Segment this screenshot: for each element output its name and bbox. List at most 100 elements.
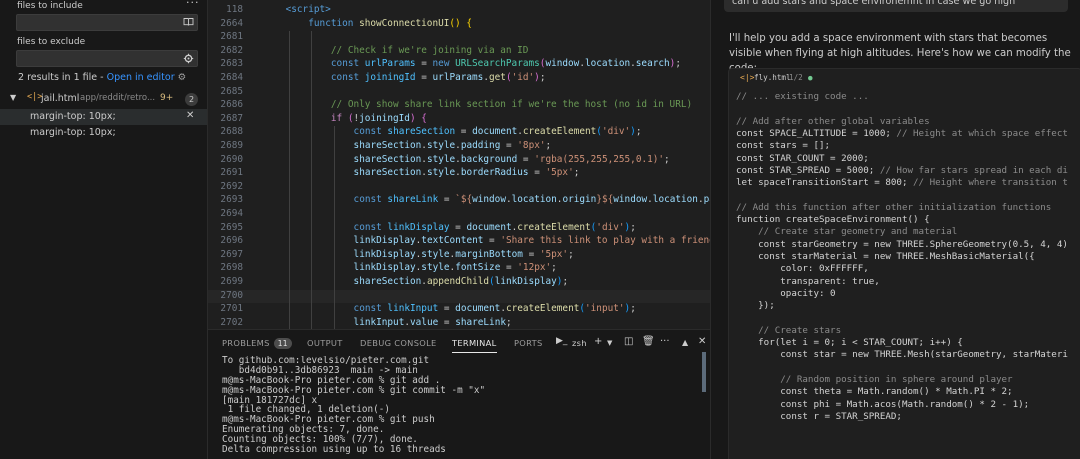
code-line[interactable]: 2700 <box>208 289 710 304</box>
chevron-up-icon[interactable]: ▲ <box>682 338 688 347</box>
book-icon[interactable] <box>183 17 194 28</box>
code-line[interactable]: 2683 const urlParams = new URLSearchParam… <box>208 58 710 72</box>
html-file-icon: <|> <box>740 73 755 82</box>
user-message[interactable]: can u add stars and space environemnt in… <box>724 0 1068 12</box>
code-editor[interactable]: 118 <script> 2664 function showConnectionUI… <box>208 0 710 329</box>
code-line[interactable]: 2693 const shareLink = `${window.location… <box>208 194 710 208</box>
more-actions-icon[interactable]: ··· <box>660 336 670 347</box>
exclude-settings-icon[interactable] <box>183 53 194 64</box>
code-line[interactable]: 2694 <box>208 208 710 222</box>
code-text: const joiningId = urlParams.get('id'); <box>330 72 546 83</box>
open-in-editor-link[interactable]: Open in editor <box>107 72 175 83</box>
tab-problems[interactable]: PROBLEMS 11 <box>222 338 292 349</box>
code-line[interactable]: 2701 const linkInput = document.createEle… <box>208 303 710 317</box>
line-number: 2690 <box>220 153 243 165</box>
tab-debug-console[interactable]: DEBUG CONSOLE <box>360 338 437 348</box>
code-line[interactable]: 2692 <box>208 181 710 195</box>
terminal-scrollbar[interactable] <box>702 352 706 392</box>
close-panel-icon[interactable]: ✕ <box>698 336 706 347</box>
status-dot: ● <box>808 73 813 82</box>
line-number: 2685 <box>220 85 243 97</box>
code-line[interactable]: 118 <script> <box>208 4 710 18</box>
suggestion-code-line: transparent: true, <box>736 275 880 287</box>
code-block-filename[interactable]: fly.html <box>754 73 791 82</box>
suggestion-code-line: const theta = Math.random() * Math.PI * … <box>736 386 1013 398</box>
code-line[interactable]: 2687 if (!joiningId) { <box>208 113 710 127</box>
code-text: const urlParams = new URLSearchParams(wi… <box>330 58 681 70</box>
suggestion-code-line: // Add this function after other initial… <box>736 201 1052 213</box>
code-line[interactable]: 2697 linkDisplay.style.marginBottom = '5p… <box>208 249 710 263</box>
code-line[interactable]: 2698 linkDisplay.style.fontSize = '12px'; <box>208 262 710 276</box>
line-number: 2683 <box>220 58 243 70</box>
code-line[interactable]: 2681 <box>208 31 710 45</box>
code-line[interactable]: 2685 <box>208 86 710 100</box>
suggestion-code-line: const STAR_COUNT = 2000; <box>736 152 869 164</box>
shell-name[interactable]: zsh <box>572 338 587 348</box>
suggestion-code-line: // ... existing code ... <box>736 91 869 102</box>
match-text: margin-top: 10px; <box>30 127 116 138</box>
suggestion-code-line: // Add after other global variables <box>736 115 930 127</box>
settings-icon[interactable]: ⚙ <box>178 72 187 83</box>
code-text: const linkInput = document.createElement… <box>353 303 636 315</box>
code-line[interactable]: 2696 linkDisplay.textContent = 'Share thi… <box>208 235 710 249</box>
code-line[interactable]: 2702 linkInput.value = shareLink; <box>208 317 710 329</box>
chevron-down-icon[interactable]: ▼ <box>10 93 16 102</box>
result-count-badge: 2 <box>185 93 198 106</box>
line-number: 2682 <box>220 44 243 56</box>
search-match-row[interactable]: margin-top: 10px; <box>0 125 207 141</box>
tab-output[interactable]: OUTPUT <box>307 338 343 348</box>
line-number: 2681 <box>220 31 243 43</box>
line-number: 2688 <box>220 126 243 138</box>
code-block-count: 1/2 <box>789 73 803 82</box>
indent-guide <box>311 31 313 329</box>
line-number: 2699 <box>220 276 243 287</box>
suggestion-code-line: let spaceTransitionStart = 800; // Heigh… <box>736 177 1068 189</box>
code-line[interactable]: 2664 function showConnectionUI() { <box>208 18 710 32</box>
code-line[interactable]: 2691 shareSection.style.borderRadius = '5… <box>208 167 710 181</box>
suggestion-code-line: const STAR_SPREAD = 5000; // How far sta… <box>736 164 1068 176</box>
code-line[interactable]: 2699 shareSection.appendChild(linkDisplay… <box>208 276 710 290</box>
code-text: shareSection.appendChild(linkDisplay); <box>353 276 569 287</box>
tab-terminal[interactable]: TERMINAL <box>452 338 497 353</box>
add-terminal-icon[interactable]: + <box>594 336 602 347</box>
dismiss-match-icon[interactable]: ✕ <box>186 110 194 121</box>
code-text: shareSection.style.borderRadius = '5px'; <box>353 167 580 179</box>
indent-guide <box>288 31 290 329</box>
problems-count-badge: 11 <box>273 338 292 349</box>
code-line[interactable]: 2695 const linkDisplay = document.createE… <box>208 222 710 236</box>
files-to-exclude-input[interactable] <box>16 50 198 67</box>
suggestion-code-line: const phi = Math.acos(Math.random() * 2 … <box>736 398 1030 410</box>
code-line[interactable]: 2689 shareSection.style.padding = '8px'; <box>208 140 710 154</box>
search-match-row[interactable]: margin-top: 10px; ✕ <box>0 109 207 125</box>
split-terminal-icon[interactable]: ◫ <box>624 336 633 347</box>
code-line[interactable]: 2682 // Check if we're joining via an ID <box>208 45 710 59</box>
terminal-icon: ▶_ <box>556 336 568 346</box>
line-number: 118 <box>226 4 243 15</box>
more-actions-icon[interactable]: ··· <box>186 0 200 9</box>
search-panel: ··· files to include files to exclude 2 … <box>0 0 208 459</box>
code-text: const linkDisplay = document.createEleme… <box>353 221 636 233</box>
tab-ports[interactable]: PORTS <box>514 338 543 348</box>
chevron-down-icon[interactable]: ▼ <box>607 339 612 347</box>
code-text: function showConnectionUI() { <box>308 17 472 29</box>
search-result-file[interactable]: ▼ <|> jail.html app/reddit/retro... 9+ 2 <box>0 92 207 108</box>
terminal-line: Delta compression using up to 16 threads <box>222 444 446 456</box>
line-number: 2701 <box>220 303 243 315</box>
suggestion-code-line: color: 0xFFFFFF, <box>736 263 869 275</box>
code-line[interactable]: 2686 // Only show share link section if w… <box>208 99 710 113</box>
code-line[interactable]: 2688 const shareSection = document.create… <box>208 126 710 140</box>
code-suggestion-block[interactable]: <|> fly.html 1/2 ● // ... existing code … <box>728 68 1080 459</box>
code-text: const shareLink = `${window.location.ori… <box>353 194 710 206</box>
line-number: 2664 <box>220 17 243 29</box>
code-block-header: <|> fly.html 1/2 ● <box>729 69 1080 87</box>
suggestion-code-line: const starGeometry = new THREE.SphereGeo… <box>736 238 1068 250</box>
suggestion-code-line: const star = new THREE.Mesh(starGeometry… <box>736 349 1068 361</box>
files-to-include-input[interactable] <box>16 14 198 31</box>
code-line[interactable]: 2684 const joiningId = urlParams.get('id'… <box>208 72 710 86</box>
trash-icon[interactable]: 🗑 <box>642 336 655 347</box>
indent-guide <box>333 126 335 329</box>
terminal-output[interactable]: To github.com:levelsio/pieter.com.git bd… <box>222 356 702 459</box>
result-file-name: jail.html <box>41 93 80 104</box>
code-line[interactable]: 2690 shareSection.style.background = 'rgb… <box>208 154 710 168</box>
result-file-path: app/reddit/retro... <box>80 93 156 103</box>
